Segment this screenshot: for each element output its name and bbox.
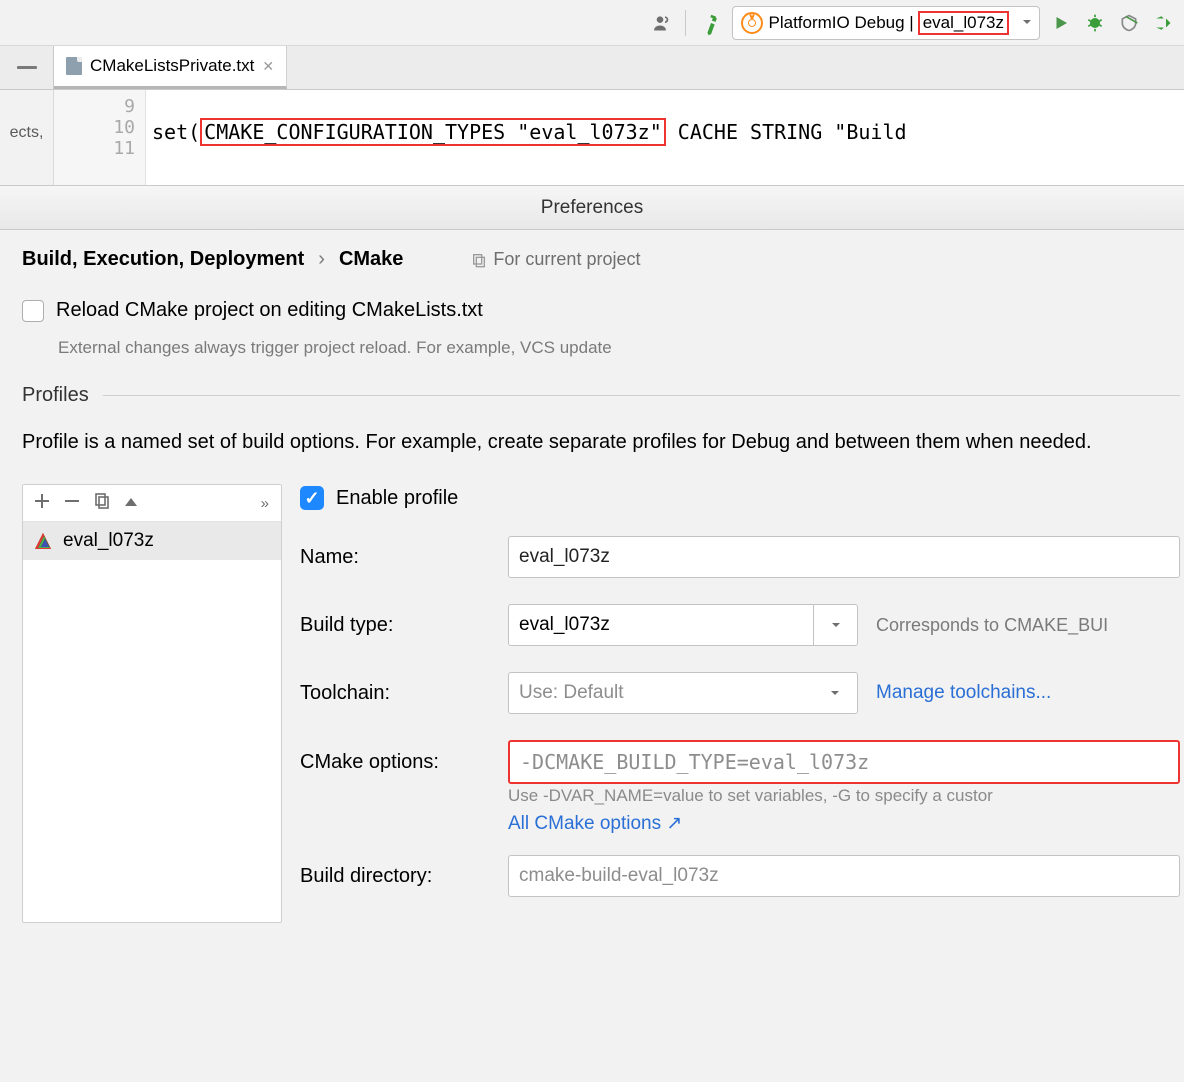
platformio-icon bbox=[741, 12, 763, 34]
remove-icon[interactable] bbox=[65, 494, 79, 512]
cmake-profile-icon bbox=[35, 532, 53, 550]
close-tab-icon[interactable]: ✕ bbox=[262, 58, 274, 75]
tab-filename: CMakeListsPrivate.txt bbox=[90, 56, 254, 76]
crumb-category[interactable]: Build, Execution, Deployment bbox=[22, 248, 304, 271]
reload-help-text: External changes always trigger project … bbox=[58, 338, 1180, 358]
more-icon[interactable]: » bbox=[261, 495, 269, 512]
profile-item-label: eval_l073z bbox=[63, 530, 154, 552]
name-input[interactable]: eval_l073z bbox=[508, 536, 1180, 578]
run-icon[interactable] bbox=[1048, 10, 1074, 36]
profile-form: ✓ Enable profile Name: eval_l073z Build … bbox=[300, 484, 1180, 923]
cmakeopts-row: CMake options: -DCMAKE_BUILD_TYPE=eval_l… bbox=[300, 740, 1180, 784]
toolchain-value: Use: Default bbox=[509, 682, 813, 704]
toolchain-label: Toolchain: bbox=[300, 682, 490, 705]
code-highlight: CMAKE_CONFIGURATION_TYPES "eval_l073z" bbox=[200, 118, 666, 146]
profile-list: » eval_l073z bbox=[22, 484, 282, 923]
crumb-page: CMake bbox=[339, 248, 403, 271]
reload-checkbox-row[interactable]: Reload CMake project on editing CMakeLis… bbox=[22, 299, 1180, 322]
code-text: CACHE STRING "Build bbox=[666, 120, 907, 144]
checkbox-unchecked[interactable] bbox=[22, 300, 44, 322]
line-number: 11 bbox=[54, 138, 135, 159]
toolchain-combo[interactable]: Use: Default bbox=[508, 672, 858, 714]
profile-list-toolbar: » bbox=[23, 485, 281, 522]
dropdown-chevron-icon[interactable] bbox=[813, 605, 857, 645]
all-cmake-options-link[interactable]: All CMake options ↗ bbox=[508, 812, 682, 835]
run-config-target: eval_l073z bbox=[918, 11, 1009, 35]
add-icon[interactable] bbox=[35, 494, 49, 512]
cmakeopts-help: Use -DVAR_NAME=value to set variables, -… bbox=[508, 786, 1180, 835]
run-config-prefix: PlatformIO Debug | bbox=[769, 13, 914, 33]
line-gutter: 9 10 11 bbox=[54, 90, 146, 185]
line-number: 10 bbox=[54, 117, 135, 138]
enable-profile-row[interactable]: ✓ Enable profile bbox=[300, 486, 1180, 510]
copy-icon[interactable] bbox=[95, 493, 109, 513]
profiles-section-header: Profiles bbox=[22, 384, 1180, 407]
cmakeopts-label: CMake options: bbox=[300, 751, 490, 774]
enable-profile-label: Enable profile bbox=[336, 487, 458, 510]
toolbar-separator bbox=[685, 10, 686, 36]
checkbox-checked[interactable]: ✓ bbox=[300, 486, 324, 510]
buildtype-note: Corresponds to CMAKE_BUI bbox=[876, 615, 1108, 636]
line-number: 9 bbox=[54, 96, 135, 117]
text-file-icon bbox=[66, 57, 82, 75]
code-text: set( bbox=[152, 120, 200, 144]
up-icon[interactable] bbox=[125, 495, 137, 512]
dropdown-chevron-icon bbox=[1021, 13, 1033, 33]
coverage-icon[interactable] bbox=[1116, 10, 1142, 36]
build-icon[interactable] bbox=[698, 10, 724, 36]
profiles-label: Profiles bbox=[22, 384, 89, 407]
preferences-panel: Build, Execution, Deployment › CMake For… bbox=[0, 230, 1184, 923]
profile-list-empty bbox=[23, 560, 281, 922]
profile-list-item[interactable]: eval_l073z bbox=[23, 522, 281, 560]
divider bbox=[103, 395, 1180, 396]
name-label: Name: bbox=[300, 546, 490, 569]
run-configuration-selector[interactable]: PlatformIO Debug | eval_l073z bbox=[732, 6, 1040, 40]
editor-area: ects, 9 10 11 set(CMAKE_CONFIGURATION_TY… bbox=[0, 90, 1184, 186]
preferences-breadcrumb: Build, Execution, Deployment › CMake For… bbox=[22, 248, 1180, 271]
toolchain-row: Toolchain: Use: Default Manage toolchain… bbox=[300, 672, 1180, 714]
debug-icon[interactable] bbox=[1082, 10, 1108, 36]
manage-toolchains-link[interactable]: Manage toolchains... bbox=[876, 682, 1051, 704]
builddir-row: Build directory: cmake-build-eval_l073z bbox=[300, 855, 1180, 897]
name-row: Name: eval_l073z bbox=[300, 536, 1180, 578]
editor-tab[interactable]: CMakeListsPrivate.txt ✕ bbox=[54, 46, 287, 89]
reload-checkbox-label: Reload CMake project on editing CMakeLis… bbox=[56, 299, 483, 322]
profile-editor-area: » eval_l073z ✓ Enable profile Name: eval… bbox=[22, 484, 1180, 923]
scope-indicator: For current project bbox=[471, 249, 640, 270]
chevron-right-icon: › bbox=[318, 248, 325, 271]
minimize-tool-window-icon[interactable] bbox=[0, 46, 54, 89]
profiles-intro-text: Profile is a named set of build options.… bbox=[22, 427, 1180, 458]
main-toolbar: PlatformIO Debug | eval_l073z bbox=[0, 0, 1184, 46]
buildtype-value: eval_l073z bbox=[509, 614, 813, 636]
cmakeopts-help-text: Use -DVAR_NAME=value to set variables, -… bbox=[508, 786, 1180, 806]
profile-run-icon[interactable] bbox=[1150, 10, 1176, 36]
preferences-title: Preferences bbox=[0, 186, 1184, 230]
editor-tabbar: CMakeListsPrivate.txt ✕ bbox=[0, 46, 1184, 90]
builddir-input[interactable]: cmake-build-eval_l073z bbox=[508, 855, 1180, 897]
users-icon[interactable] bbox=[647, 10, 673, 36]
cmakeopts-input[interactable]: -DCMAKE_BUILD_TYPE=eval_l073z bbox=[508, 740, 1180, 784]
buildtype-row: Build type: eval_l073z Corresponds to CM… bbox=[300, 604, 1180, 646]
buildtype-label: Build type: bbox=[300, 614, 490, 637]
buildtype-combo[interactable]: eval_l073z bbox=[508, 604, 858, 646]
code-view[interactable]: set(CMAKE_CONFIGURATION_TYPES "eval_l073… bbox=[146, 90, 1184, 185]
builddir-label: Build directory: bbox=[300, 865, 490, 888]
dropdown-chevron-icon[interactable] bbox=[813, 673, 857, 713]
breadcrumb-trail[interactable]: ects, bbox=[0, 90, 54, 185]
